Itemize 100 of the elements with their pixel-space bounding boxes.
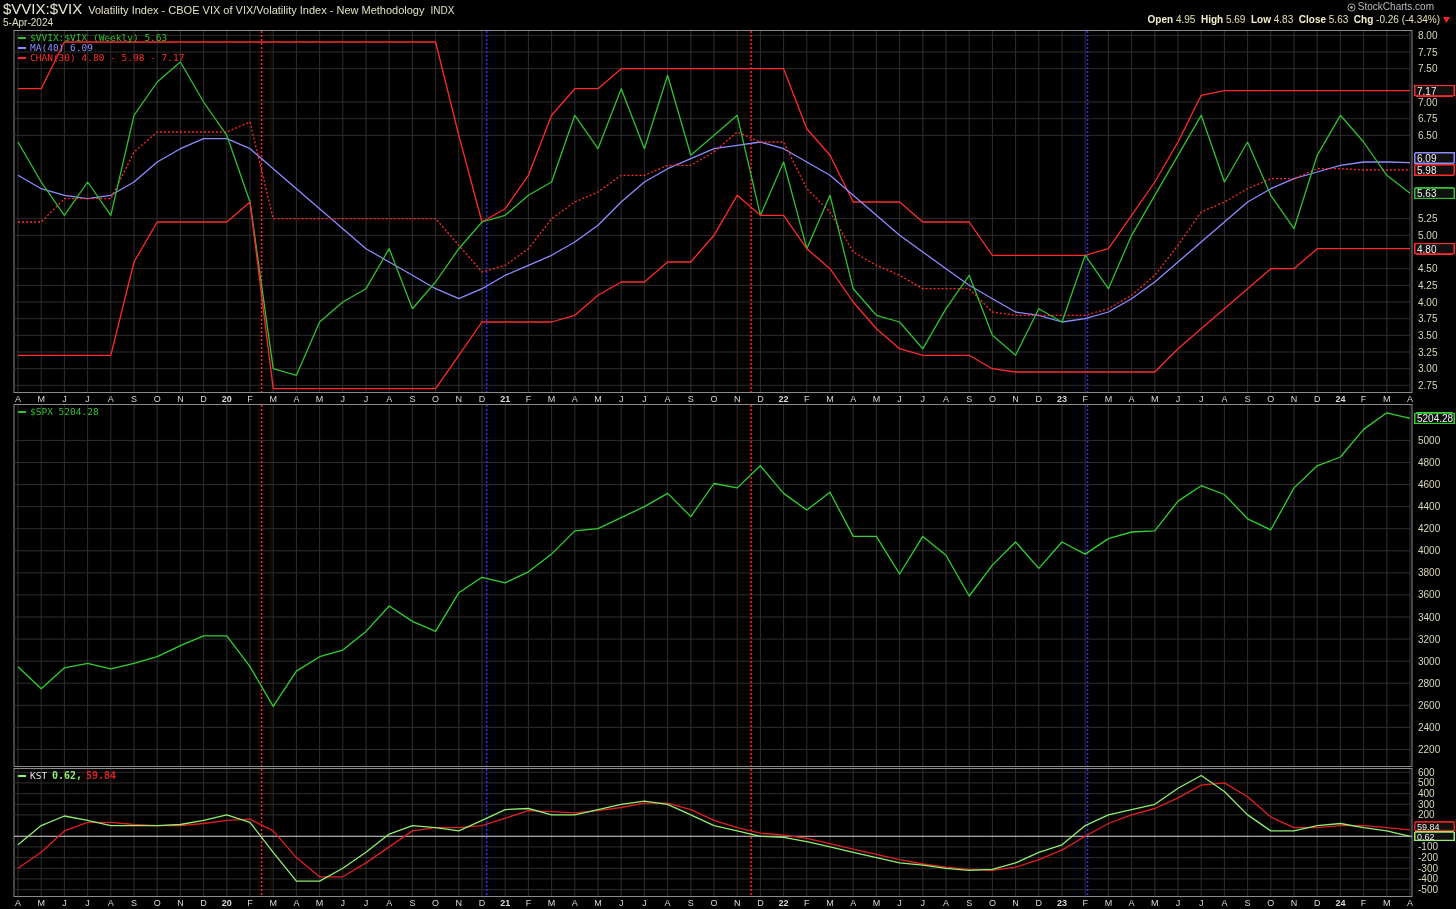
axis-label: M [826, 898, 834, 908]
axis-label: 200 [1418, 809, 1435, 821]
date-label: 5-Apr-2024 [3, 17, 55, 29]
axis-label: 23 [1057, 394, 1067, 404]
legend-label: $VVIX:$VIX (Weekly) 5.63 [30, 32, 168, 43]
axis-label: A [386, 394, 393, 404]
axis-label: S [131, 898, 137, 908]
axis-label: F [525, 394, 532, 404]
axis-label: M [1151, 394, 1159, 404]
axis-label: M [315, 394, 324, 404]
axis-label: J [85, 394, 90, 404]
axis-label: N [455, 898, 463, 908]
axis-label: D [1313, 898, 1321, 908]
axis-label: -200 [1418, 852, 1438, 864]
axis-label: O [1267, 898, 1275, 908]
axis-label: A [293, 394, 300, 404]
axis-label: J [897, 898, 902, 908]
axis-label: 600 [1418, 768, 1435, 778]
axis-label: F [804, 394, 810, 404]
axis-label: N [177, 898, 184, 908]
axis-label: 4800 [1418, 457, 1441, 468]
value-badge: 5.98 [1414, 164, 1455, 176]
axis-label: D [200, 394, 207, 404]
axis-label: J [85, 898, 90, 908]
axis-label: J [642, 898, 647, 908]
axis-label: D [478, 394, 486, 404]
axis-label: M [269, 394, 277, 404]
axis-label: M [872, 394, 881, 404]
axis-label: 3400 [1418, 611, 1441, 623]
quote-line: Open 4.95 High 5.69 Low 4.83 Close 5.63 Chg -0.26 (-4.34%) [1147, 14, 1440, 25]
axis-label: 6.50 [1418, 129, 1438, 141]
axis-label: F [1082, 898, 1088, 908]
axis-label: S [1244, 898, 1251, 908]
axis-label: N [733, 394, 741, 404]
axis-label: J [618, 898, 624, 908]
axis-label: J [1175, 898, 1181, 908]
axis-label: 3000 [1418, 655, 1441, 667]
axis-label: O [432, 898, 440, 908]
axis-label: O [432, 394, 440, 404]
axis-label: 4600 [1418, 479, 1441, 491]
axis-label: -100 [1418, 841, 1438, 853]
axis-label: A [850, 394, 857, 404]
axis-label: A [1407, 898, 1413, 908]
value-badge: 4.80 [1414, 242, 1455, 255]
axis-label: A [664, 394, 671, 404]
axis-label: A [664, 898, 671, 908]
axis-label: 5.00 [1418, 229, 1438, 241]
axis-label: D [1035, 898, 1043, 908]
axis-label: 2600 [1418, 699, 1441, 711]
value-badge: 6.09 [1414, 152, 1455, 164]
axis-label: M [594, 394, 602, 404]
axis-label: 5.25 [1418, 213, 1438, 225]
value-badge: 5204.28 [1414, 412, 1455, 425]
axis-label: F [1360, 898, 1367, 908]
axis-label: D [1313, 394, 1321, 404]
value-badge: 0.62 [1414, 831, 1455, 842]
axis-label: A [1128, 898, 1135, 908]
axis-label: A [943, 898, 949, 908]
axis-label: J [1198, 394, 1204, 404]
axis-label: 300 [1418, 798, 1435, 810]
copyright-icon [1346, 2, 1356, 12]
axis-label: A [571, 394, 578, 404]
axis-label: D [478, 898, 486, 908]
axis-label: M [1104, 898, 1113, 908]
axis-label: J [62, 394, 67, 404]
axis-label: S [687, 394, 694, 404]
axis-label: M [1104, 394, 1113, 404]
axis-label: J [62, 898, 67, 908]
axis-label: S [1244, 394, 1251, 404]
axis-label: F [247, 898, 253, 908]
axis-label: O [153, 898, 161, 908]
axis-label: M [1151, 898, 1159, 908]
axis-label: F [804, 898, 810, 908]
axis-label: 21 [500, 394, 511, 404]
axis-label: N [1290, 898, 1298, 908]
axis-label: J [363, 394, 369, 404]
axis-label: 5000 [1418, 434, 1441, 446]
axis-label: 7.00 [1418, 96, 1438, 108]
axis-label: A [571, 898, 578, 908]
axis-label: 2200 [1418, 743, 1441, 755]
value-badge: 59.84 [1414, 821, 1455, 832]
axis-label: 4.50 [1418, 263, 1438, 275]
axis-label: 2800 [1418, 677, 1441, 689]
axis-label: 4200 [1418, 523, 1441, 535]
axis-label: M [37, 898, 45, 908]
axis-label: A [293, 898, 300, 908]
axis-label: J [363, 898, 369, 908]
axis-label: J [642, 394, 647, 404]
axis-label: A [1221, 898, 1228, 908]
axis-label: F [247, 394, 253, 404]
axis-label: 22 [778, 394, 789, 404]
axis-label: J [897, 394, 902, 404]
axis-label: 21 [500, 898, 511, 908]
axis-label: 3.75 [1418, 313, 1438, 325]
axis-label: J [1175, 394, 1181, 404]
axis-label: 3600 [1418, 589, 1441, 601]
axis-label: A [850, 898, 857, 908]
axis-label: F [525, 898, 532, 908]
chart-symbol: $VVIX:$VIX [3, 1, 83, 17]
axis-label: 3200 [1418, 633, 1441, 645]
